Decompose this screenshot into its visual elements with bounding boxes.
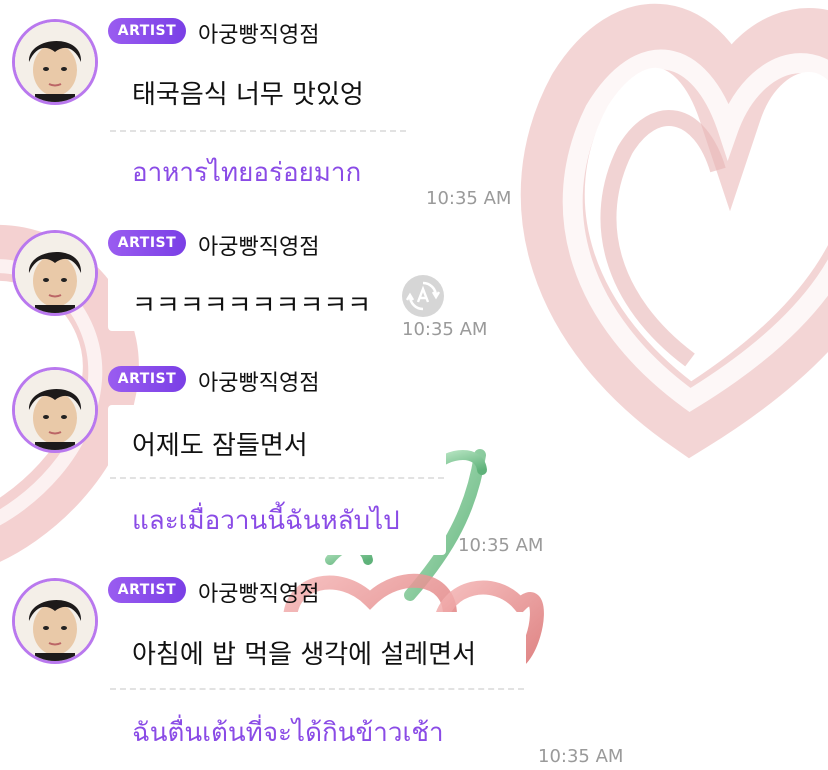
message-bubble[interactable]: 아침에 밥 먹을 생각에 설레면서 ฉันตื่นเต้นที่จะได้กิน… <box>108 612 526 760</box>
sender-name: 아궁빵직영점 <box>198 235 320 260</box>
avatar-portrait-icon <box>15 581 95 661</box>
avatar-portrait-icon <box>15 370 95 450</box>
translation-divider <box>110 477 444 479</box>
message-text: ㅋㅋㅋㅋㅋㅋㅋㅋㅋㅋ <box>132 291 372 321</box>
avatar-portrait-icon <box>15 22 95 102</box>
chat-message: ARTIST 아궁빵직영점 태국음식 너무 맛있엉 อาหารไทยอร่อยม… <box>0 0 828 215</box>
message-bubble[interactable]: ㅋㅋㅋㅋㅋㅋㅋㅋㅋㅋ <box>108 265 386 331</box>
translation-divider <box>110 130 406 132</box>
message-time: 10:35 AM <box>426 188 512 209</box>
sender-name: 아궁빵직영점 <box>198 23 320 48</box>
artist-badge: ARTIST <box>108 366 186 392</box>
message-time: 10:35 AM <box>538 746 624 767</box>
translation-text: และเมื่อวานนี้ฉันหลับไป <box>132 506 400 536</box>
message-text: 어제도 잠들면서 <box>132 431 308 461</box>
translation-text: ฉันตื่นเต้นที่จะได้กินข้าวเช้า <box>132 718 444 748</box>
artist-badge: ARTIST <box>108 230 186 256</box>
message-bubble[interactable]: 어제도 잠들면서 และเมื่อวานนี้ฉันหลับไป <box>108 405 446 555</box>
translation-divider <box>110 688 524 690</box>
message-time: 10:35 AM <box>402 319 488 340</box>
artist-badge: ARTIST <box>108 18 186 44</box>
sender-name: 아궁빵직영점 <box>198 371 320 396</box>
translate-button[interactable] <box>402 275 444 317</box>
chat-message: ARTIST 아궁빵직영점 아침에 밥 먹을 생각에 설레면서 ฉันตื่นเ… <box>0 570 828 770</box>
artist-avatar[interactable] <box>12 578 98 664</box>
sender-name: 아궁빵직영점 <box>198 582 320 607</box>
artist-avatar[interactable] <box>12 19 98 105</box>
translate-icon <box>406 281 440 311</box>
avatar-portrait-icon <box>15 233 95 313</box>
translation-text: อาหารไทยอร่อยมาก <box>132 158 362 188</box>
message-time: 10:35 AM <box>458 535 544 556</box>
message-text: 태국음식 너무 맛있엉 <box>132 80 364 110</box>
message-bubble[interactable]: 태국음식 너무 맛있엉 อาหารไทยอร่อยมาก <box>108 52 408 210</box>
chat-message: ARTIST 아궁빵직영점 어제도 잠들면서 และเมื่อวานนี้ฉัน… <box>0 355 828 570</box>
artist-avatar[interactable] <box>12 230 98 316</box>
artist-avatar[interactable] <box>12 367 98 453</box>
chat-message: ARTIST 아궁빵직영점 ㅋㅋㅋㅋㅋㅋㅋㅋㅋㅋ 10:35 AM <box>0 215 828 355</box>
artist-badge: ARTIST <box>108 577 186 603</box>
message-text: 아침에 밥 먹을 생각에 설레면서 <box>132 640 477 670</box>
